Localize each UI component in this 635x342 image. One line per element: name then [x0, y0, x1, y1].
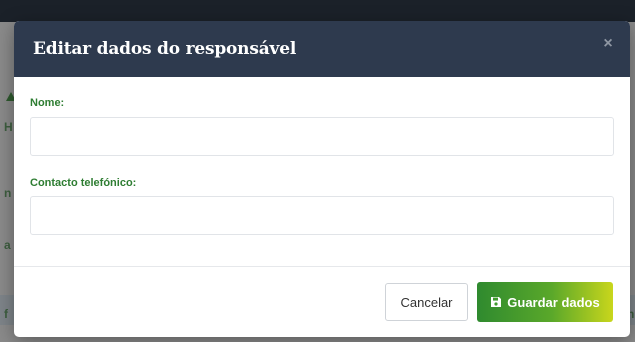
background-navbar — [0, 0, 635, 22]
footer-divider — [14, 266, 630, 267]
cancel-button[interactable]: Cancelar — [385, 283, 468, 321]
save-button[interactable]: Guardar dados — [477, 282, 613, 322]
dialog-title: Editar dados do responsável — [33, 39, 297, 59]
name-field-label: Nome: — [30, 97, 65, 109]
phone-field-label: Contacto telefónico: — [30, 177, 137, 189]
floppy-disk-icon — [491, 297, 502, 307]
save-button-label: Guardar dados — [507, 294, 600, 310]
dialog-header: Editar dados do responsável × — [14, 21, 630, 77]
name-input[interactable] — [30, 117, 614, 156]
background-text-fragment: H — [4, 120, 13, 134]
phone-input[interactable] — [30, 196, 614, 235]
background-text-fragment: n — [4, 186, 12, 200]
close-icon[interactable]: × — [600, 35, 616, 53]
edit-responsible-dialog: Editar dados do responsável × Nome: Cont… — [14, 21, 630, 337]
background-text-fragment: a — [4, 238, 11, 252]
background-text-fragment: f — [4, 307, 8, 321]
